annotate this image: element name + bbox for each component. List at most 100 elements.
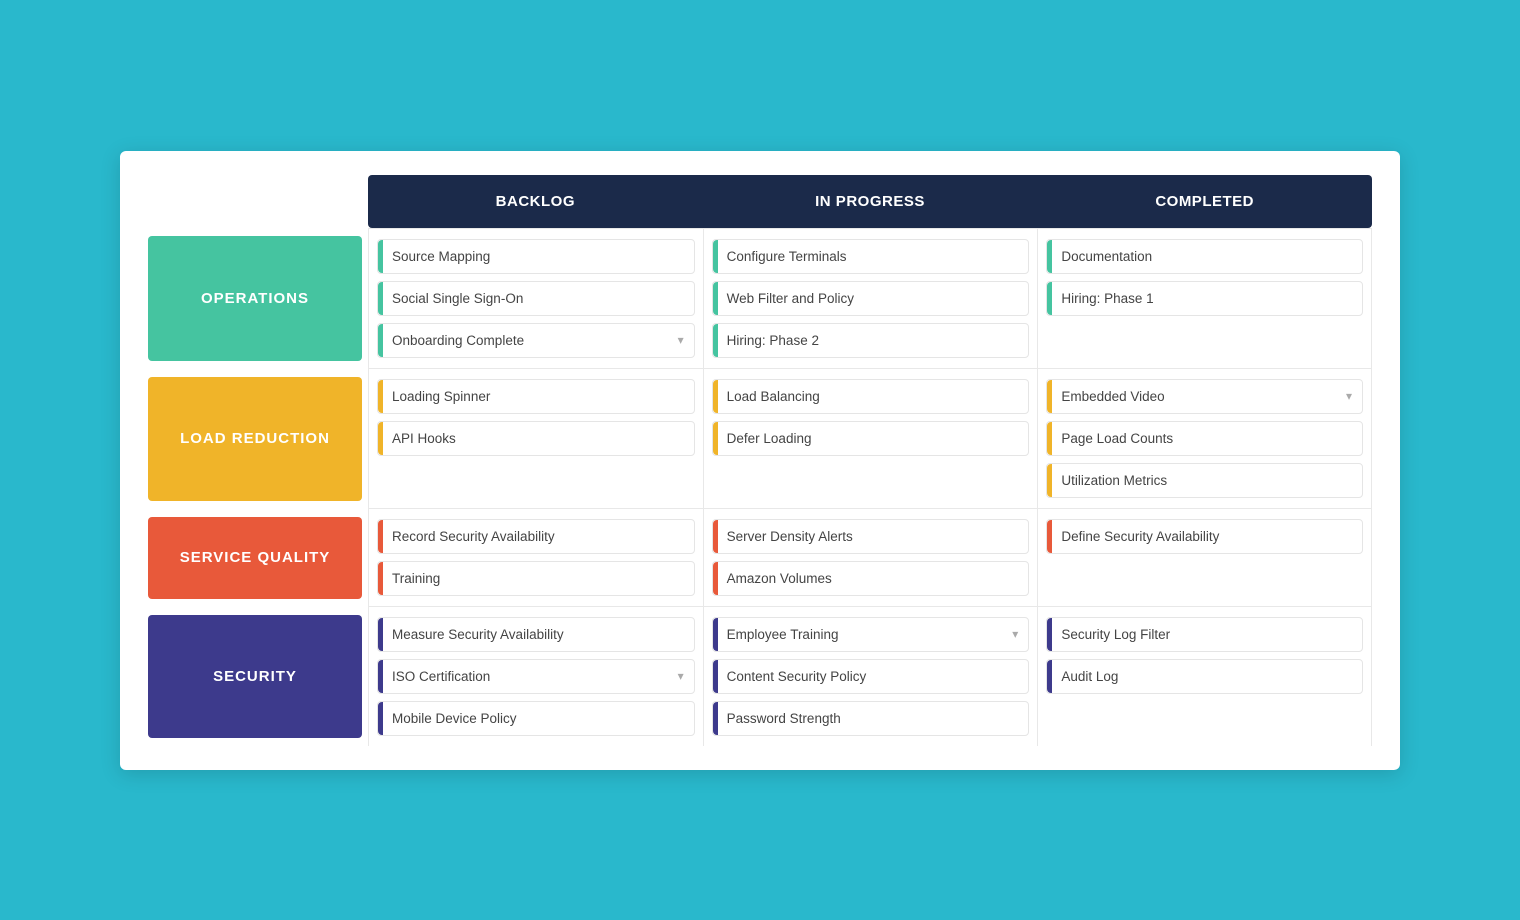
cell-inprogress-row1: Load Balancing Defer Loading [703,369,1038,509]
card-text: Onboarding Complete [392,333,672,348]
task-card[interactable]: Training [377,561,695,596]
card-text: Defer Loading [727,431,1019,446]
task-card[interactable]: Record Security Availability [377,519,695,554]
task-card[interactable]: Amazon Volumes [712,561,1030,596]
task-card[interactable]: Source Mapping [377,239,695,274]
category-label: OPERATIONS [201,290,309,307]
card-text: API Hooks [392,431,684,446]
card-text: Training [392,571,684,586]
task-card[interactable]: Configure Terminals [712,239,1030,274]
card-accent [378,422,383,455]
task-card[interactable]: Hiring: Phase 1 [1046,281,1363,316]
card-accent [713,422,718,455]
card-accent [378,240,383,273]
card-text: Web Filter and Policy [727,291,1019,306]
task-card[interactable]: Utilization Metrics [1046,463,1363,498]
task-card[interactable]: Load Balancing [712,379,1030,414]
category-label: LOAD REDUCTION [180,430,330,447]
task-card[interactable]: Embedded Video ▾ [1046,379,1363,414]
task-card[interactable]: Employee Training ▾ [712,617,1030,652]
chevron-down-icon: ▾ [678,669,684,683]
task-card[interactable]: API Hooks [377,421,695,456]
cell-inprogress-row0: Configure Terminals Web Filter and Policy… [703,228,1038,369]
task-card[interactable]: Loading Spinner [377,379,695,414]
header-empty [148,175,368,228]
card-accent [713,240,718,273]
card-accent [378,660,383,693]
card-accent [713,618,718,651]
cell-inprogress-row2: Server Density Alerts Amazon Volumes [703,509,1038,607]
task-card[interactable]: Social Single Sign-On [377,281,695,316]
card-accent [1047,380,1052,413]
category-label: SERVICE QUALITY [180,549,331,566]
task-card[interactable]: Define Security Availability [1046,519,1363,554]
card-text: Social Single Sign-On [392,291,684,306]
task-card[interactable]: Defer Loading [712,421,1030,456]
card-accent [713,702,718,735]
header-backlog: BACKLOG [368,175,703,228]
category-label: SECURITY [213,668,297,685]
task-card[interactable]: Mobile Device Policy [377,701,695,736]
chevron-down-icon: ▾ [1012,627,1018,641]
card-text: Mobile Device Policy [392,711,684,726]
card-text: Configure Terminals [727,249,1019,264]
card-text: Load Balancing [727,389,1019,404]
task-card[interactable]: Server Density Alerts [712,519,1030,554]
card-text: Employee Training [727,627,1007,642]
task-card[interactable]: Security Log Filter [1046,617,1363,652]
card-text: Hiring: Phase 2 [727,333,1019,348]
card-accent [1047,618,1052,651]
category-operations: OPERATIONS [148,236,362,361]
card-accent [713,520,718,553]
cell-backlog-row3: Measure Security Availability ISO Certifi… [368,607,703,746]
task-card[interactable]: Documentation [1046,239,1363,274]
rows-container: OPERATIONS Source Mapping Social Single Si… [148,228,1372,746]
board-container: BACKLOG IN PROGRESS COMPLETED OPERATIONS… [120,151,1400,770]
task-card[interactable]: Onboarding Complete ▾ [377,323,695,358]
card-accent [378,562,383,595]
card-text: Amazon Volumes [727,571,1019,586]
card-text: Record Security Availability [392,529,684,544]
card-text: Content Security Policy [727,669,1019,684]
category-security: SECURITY [148,615,362,738]
cell-completed-row2: Define Security Availability [1037,509,1372,607]
card-text: Embedded Video [1061,389,1340,404]
task-card[interactable]: Password Strength [712,701,1030,736]
task-card[interactable]: ISO Certification▾ [377,659,695,694]
cell-backlog-row0: Source Mapping Social Single Sign-On Onboa… [368,228,703,369]
card-text: Utilization Metrics [1061,473,1352,488]
card-accent [1047,520,1052,553]
card-accent [378,520,383,553]
board-grid: BACKLOG IN PROGRESS COMPLETED [148,175,1372,228]
card-accent [1047,660,1052,693]
card-text: Loading Spinner [392,389,684,404]
cell-completed-row0: Documentation Hiring: Phase 1 [1037,228,1372,369]
card-text: Documentation [1061,249,1352,264]
card-accent [378,702,383,735]
header-inprogress: IN PROGRESS [703,175,1038,228]
card-accent [713,562,718,595]
task-card[interactable]: Audit Log [1046,659,1363,694]
card-accent [713,380,718,413]
task-card[interactable]: Measure Security Availability [377,617,695,652]
card-accent [713,660,718,693]
card-accent [378,324,383,357]
card-text: Audit Log [1061,669,1352,684]
task-card[interactable]: Hiring: Phase 2 [712,323,1030,358]
chevron-down-icon: ▾ [678,333,684,347]
card-text: Measure Security Availability [392,627,684,642]
card-accent [713,324,718,357]
chevron-down-icon: ▾ [1346,389,1352,403]
card-accent [1047,464,1052,497]
card-text: Server Density Alerts [727,529,1019,544]
category-service-quality: SERVICE QUALITY [148,517,362,599]
task-card[interactable]: Content Security Policy [712,659,1030,694]
card-text: Hiring: Phase 1 [1061,291,1352,306]
task-card[interactable]: Web Filter and Policy [712,281,1030,316]
card-text: Page Load Counts [1061,431,1352,446]
cell-completed-row1: Embedded Video ▾ Page Load Counts Utilizati… [1037,369,1372,509]
task-card[interactable]: Page Load Counts [1046,421,1363,456]
card-accent [378,618,383,651]
card-text: Source Mapping [392,249,684,264]
header-completed: COMPLETED [1037,175,1372,228]
